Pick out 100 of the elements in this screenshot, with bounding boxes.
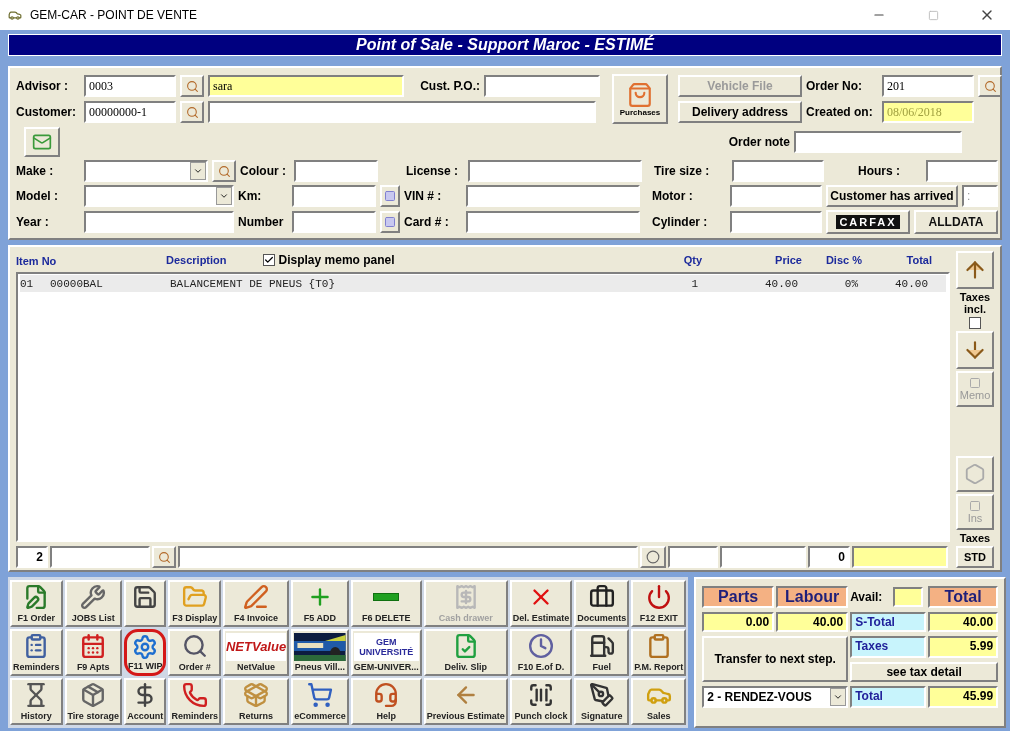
- lookup-button[interactable]: [212, 160, 236, 182]
- input-field[interactable]: 00000000-1: [84, 101, 176, 123]
- step-dropdown[interactable]: 2 - RENDEZ-VOUS: [702, 686, 849, 708]
- toolbar-button[interactable]: Previous Estimate: [423, 678, 508, 725]
- total-line-value: 45.99: [928, 686, 999, 708]
- parts-value: 0.00: [702, 612, 775, 632]
- input-field[interactable]: [294, 160, 378, 182]
- tire-button[interactable]: [640, 546, 666, 568]
- column-header: Total: [905, 254, 932, 266]
- input-field[interactable]: [50, 546, 150, 568]
- dropdown[interactable]: [84, 185, 234, 207]
- input-field[interactable]: sara: [208, 75, 404, 97]
- toolbar-button[interactable]: F5 ADD: [291, 580, 349, 627]
- input-field[interactable]: [730, 211, 822, 233]
- toolbar-button[interactable]: History: [10, 678, 63, 725]
- toolbar-button[interactable]: Punch clock: [509, 678, 573, 725]
- delivery-address-button[interactable]: Delivery address: [678, 101, 802, 123]
- input-field[interactable]: [208, 101, 596, 123]
- toolbar-button[interactable]: Del. Estimate: [509, 580, 573, 627]
- toolbar-button[interactable]: Documents: [574, 580, 630, 627]
- tax-detail-button[interactable]: see tax detail: [850, 662, 999, 682]
- input-field[interactable]: [732, 160, 824, 182]
- field-label: Hours :: [858, 164, 901, 178]
- search-icon: [157, 550, 171, 564]
- toolbar-button[interactable]: Returns: [222, 678, 290, 725]
- input-field[interactable]: 0003: [84, 75, 176, 97]
- move-down-button[interactable]: [956, 331, 994, 369]
- toolbar-button[interactable]: F11 WIP: [123, 629, 167, 676]
- checkbox[interactable]: [262, 254, 275, 266]
- customer-arrived-button[interactable]: Customer has arrived: [826, 185, 958, 207]
- toolbar-button[interactable]: Account: [123, 678, 167, 725]
- field-label: Make :: [16, 164, 55, 178]
- input-field[interactable]: [926, 160, 998, 182]
- toolbar-button[interactable]: Help: [350, 678, 422, 725]
- toolbar-button[interactable]: Sales: [631, 678, 687, 725]
- input-field[interactable]: [794, 131, 962, 153]
- folder-icon: [181, 584, 208, 610]
- toolbar-button[interactable]: Reminders: [168, 678, 221, 725]
- toolbar-button[interactable]: F6 DELETE: [350, 580, 422, 627]
- toolbar-button[interactable]: P.M. Report: [631, 629, 687, 676]
- input-field[interactable]: [852, 546, 948, 568]
- input-field[interactable]: [730, 185, 822, 207]
- toolbar-button[interactable]: F12 EXIT: [631, 580, 687, 627]
- purchases-button[interactable]: Purchases: [612, 74, 668, 124]
- square-icon: [384, 190, 396, 202]
- field-label: Card # :: [404, 215, 450, 229]
- carfax-button[interactable]: CARFAX: [826, 210, 910, 234]
- alldata-button[interactable]: ALLDATA: [914, 210, 998, 234]
- input-field[interactable]: [84, 211, 234, 233]
- input-field[interactable]: 201: [882, 75, 974, 97]
- toolbar-button[interactable]: [123, 580, 167, 627]
- toolbar-button[interactable]: Fuel: [574, 629, 630, 676]
- input-field[interactable]: [466, 211, 640, 233]
- dropdown[interactable]: [84, 160, 208, 182]
- toolbar-button[interactable]: Reminders: [10, 629, 63, 676]
- input-field[interactable]: [292, 185, 376, 207]
- toolbar-button[interactable]: F9 Apts: [64, 629, 122, 676]
- input-field[interactable]: [178, 546, 638, 568]
- toolbar-button[interactable]: NETValue NetValue: [222, 629, 290, 676]
- lookup-button[interactable]: [180, 75, 204, 97]
- square-button[interactable]: [380, 211, 400, 233]
- email-button[interactable]: [24, 127, 60, 157]
- toolbar-button[interactable]: Tire storage: [64, 678, 122, 725]
- table-row[interactable]: 01 00000BAL BALANCEMENT DE PNEUS {T0} 1 40.00 0% 40.00: [20, 275, 946, 292]
- input-field[interactable]: [292, 211, 376, 233]
- square-icon: [969, 500, 981, 512]
- checkbox[interactable]: [969, 317, 981, 329]
- input-field[interactable]: [484, 75, 600, 97]
- search-icon: [217, 164, 231, 178]
- toolbar-button[interactable]: eCommerce: [291, 678, 349, 725]
- total-line-label: Taxes: [850, 636, 927, 658]
- input-field[interactable]: [466, 185, 640, 207]
- lookup-button[interactable]: [180, 101, 204, 123]
- toolbar-button[interactable]: Signature: [574, 678, 630, 725]
- toolbar-button[interactable]: Deliv. Slip: [423, 629, 508, 676]
- std-button[interactable]: STD: [956, 546, 994, 568]
- table-cell-text: BALANCEMENT DE PNEUS {T0}: [170, 277, 337, 290]
- hexagon-button[interactable]: [956, 456, 994, 492]
- toolbar-button[interactable]: GEM UNIVERSITÉ GEM-UNIVER...: [350, 629, 422, 676]
- square-button[interactable]: [380, 185, 400, 207]
- toolbar-button[interactable]: F4 Invoice: [222, 580, 290, 627]
- lookup-button[interactable]: [152, 546, 176, 568]
- toolbar-button[interactable]: Pneus Vill...: [291, 629, 349, 676]
- field-label: Colour :: [240, 164, 287, 178]
- toolbar-button[interactable]: F3 Display: [168, 580, 221, 627]
- toolbar-button[interactable]: Order #: [168, 629, 221, 676]
- field-label: Cust. P.O.:: [419, 79, 480, 93]
- toolbar-button[interactable]: F1 Order: [10, 580, 63, 627]
- input-field[interactable]: [468, 160, 642, 182]
- move-up-button[interactable]: [956, 251, 994, 289]
- transfer-button[interactable]: Transfer to next step.: [702, 636, 849, 682]
- input-field[interactable]: 0: [808, 546, 850, 568]
- toolbar-button[interactable]: F10 E.of D.: [509, 629, 573, 676]
- total-line-label: S-Total: [850, 612, 927, 632]
- toolbar-button[interactable]: JOBS List: [64, 580, 122, 627]
- input-field[interactable]: 2: [16, 546, 48, 568]
- input-field[interactable]: [668, 546, 718, 568]
- lookup-button[interactable]: [978, 75, 1002, 97]
- input-field[interactable]: [720, 546, 806, 568]
- table-cell-text: 00000BAL: [50, 277, 104, 290]
